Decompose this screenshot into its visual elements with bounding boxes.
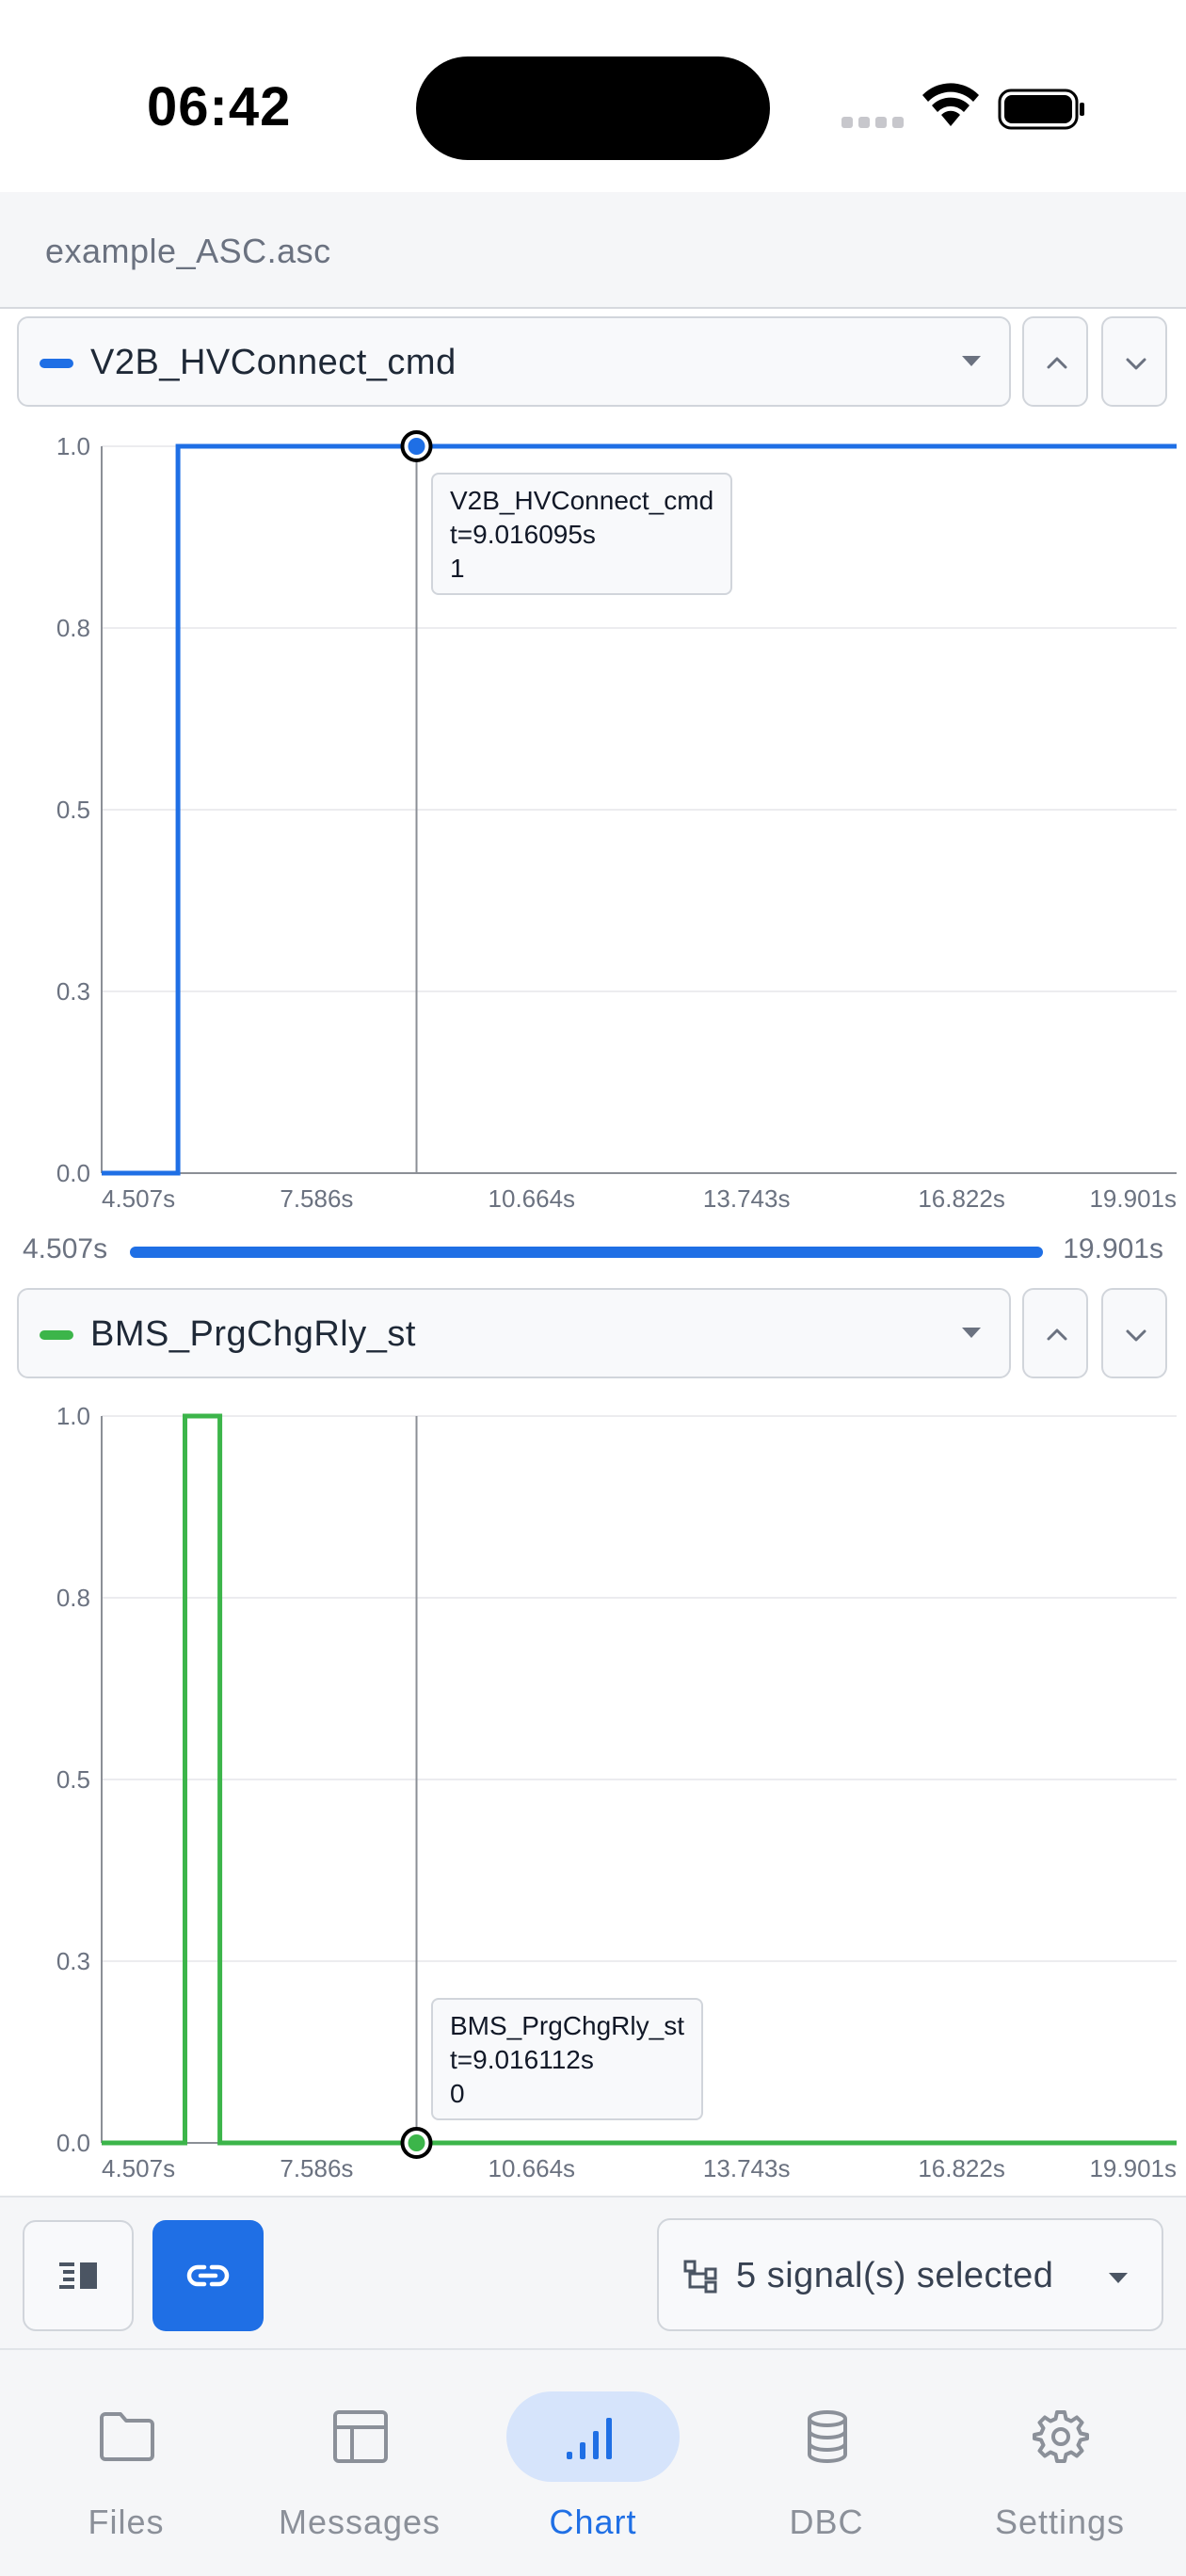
x-tick-label: 16.822s: [918, 2154, 1005, 2182]
signals-selected-label: 5 signal(s) selected: [736, 2256, 1054, 2295]
link-charts-button[interactable]: [152, 2220, 264, 2331]
tab-settings[interactable]: Settings: [941, 2350, 1178, 2576]
signal-selector-dropdown[interactable]: 5 signal(s) selected: [657, 2218, 1163, 2331]
tab-label: Settings: [994, 2503, 1126, 2541]
x-tick-label: 13.743s: [703, 2154, 791, 2182]
x-tick-label: 10.664s: [489, 2154, 576, 2182]
move-up-button[interactable]: [1022, 316, 1088, 407]
tooltip-time: t=9.016095s: [450, 520, 596, 549]
y-tick-label: 0.0: [56, 1159, 90, 1187]
battery-icon: [998, 89, 1084, 130]
range-end-label: 19.901s: [1063, 1233, 1163, 1264]
status-bar: 06:42: [0, 0, 1186, 192]
chevron-up-icon: [1047, 1328, 1067, 1341]
tooltip-signal: BMS_PrgChgRly_st: [450, 2011, 684, 2040]
tooltip-signal: V2B_HVConnect_cmd: [450, 486, 714, 515]
toggle-list-button[interactable]: [23, 2220, 134, 2331]
chevron-down-icon: [1126, 358, 1146, 370]
cellular-signal-icon: [841, 117, 906, 128]
signal-name: BMS_PrgChgRly_st: [90, 1314, 416, 1354]
y-tick-label: 0.5: [56, 796, 90, 824]
x-tick-label: 19.901s: [1089, 2154, 1177, 2182]
move-up-button[interactable]: [1022, 1288, 1088, 1378]
dynamic-island: [416, 56, 770, 160]
range-track[interactable]: [130, 1247, 1043, 1258]
tooltip-time: t=9.016112s: [450, 2045, 594, 2074]
list-panel-icon: [59, 2262, 97, 2289]
signal-color-swatch: [40, 359, 73, 368]
range-start-label: 4.507s: [23, 1233, 108, 1264]
range-fill: [130, 1247, 1043, 1258]
x-tick-label: 16.822s: [918, 1184, 1005, 1213]
dropdown-caret-icon: [962, 356, 981, 366]
x-tick-label: 10.664s: [489, 1184, 576, 1213]
signal-select-2[interactable]: BMS_PrgChgRly_st: [17, 1288, 1011, 1378]
chart-tooltip: V2B_HVConnect_cmd t=9.016095s 1: [431, 473, 733, 595]
chart-toolbar: 5 signal(s) selected: [0, 2196, 1186, 2348]
chevron-up-icon: [1047, 357, 1067, 369]
tab-icon-wrap: [506, 2391, 680, 2482]
tab-label: Chart: [549, 2503, 637, 2541]
cursor-marker-dot: [408, 2134, 425, 2151]
file-name: example_ASC.asc: [45, 232, 331, 270]
x-tick-label: 7.586s: [280, 1184, 353, 1213]
time-range-slider[interactable]: 4.507s 19.901s: [0, 1220, 1186, 1284]
move-down-button[interactable]: [1101, 1288, 1167, 1378]
signal-color-swatch: [40, 1330, 73, 1340]
signal-chart-2[interactable]: 0.0 0.3 0.5 0.8 1.0 4.507s 7.586s 10.664s 13.743…: [0, 1384, 1186, 2190]
y-tick-label: 0.8: [56, 1584, 90, 1612]
signal-chart-1[interactable]: 0.0 0.3 0.5 0.8 1.0 4.507s 7.586s 10.664s 13.743…: [0, 414, 1186, 1220]
tab-messages[interactable]: Messages: [241, 2350, 478, 2576]
x-tick-label: 4.507s: [102, 2154, 175, 2182]
y-tick-label: 1.0: [56, 432, 90, 460]
signal-select-1[interactable]: V2B_HVConnect_cmd: [17, 316, 1011, 407]
tab-icon-wrap: [777, 2391, 875, 2482]
y-tick-label: 0.3: [56, 1947, 90, 1975]
tab-label: DBC: [789, 2503, 864, 2541]
tooltip-value: 1: [450, 554, 465, 583]
x-tick-label: 7.586s: [280, 2154, 353, 2182]
gear-icon: [1033, 2410, 1089, 2463]
link-icon: [186, 2264, 230, 2287]
y-tick-label: 0.8: [56, 614, 90, 642]
chart-bars-icon: [567, 2418, 612, 2459]
tab-bar: Files Messages Chart DBC Settings: [0, 2348, 1186, 2576]
folder-icon: [100, 2412, 154, 2461]
move-down-button[interactable]: [1101, 316, 1167, 407]
tab-files[interactable]: Files: [8, 2350, 245, 2576]
chart-tooltip: BMS_PrgChgRly_st t=9.016112s 0: [431, 1998, 703, 2120]
cursor-marker-dot: [408, 438, 425, 455]
y-tick-label: 0.0: [56, 2129, 90, 2157]
x-tick-label: 13.743s: [703, 1184, 791, 1213]
tab-icon-wrap: [77, 2391, 175, 2482]
tab-dbc[interactable]: DBC: [708, 2350, 945, 2576]
tooltip-value: 0: [450, 2079, 465, 2108]
y-tick-label: 0.3: [56, 977, 90, 1006]
signal-tree-icon: [683, 2260, 717, 2294]
x-tick-label: 19.901s: [1089, 1184, 1177, 1213]
y-tick-label: 1.0: [56, 1402, 90, 1430]
signal-row-2: BMS_PrgChgRly_st: [17, 1288, 1169, 1378]
signal-row-1: V2B_HVConnect_cmd: [17, 316, 1169, 407]
file-header: example_ASC.asc: [0, 192, 1186, 309]
signal-name: V2B_HVConnect_cmd: [90, 343, 457, 382]
y-tick-label: 0.5: [56, 1765, 90, 1794]
dropdown-caret-icon: [962, 1328, 981, 1338]
tab-chart[interactable]: Chart: [474, 2350, 712, 2576]
chevron-down-icon: [1126, 1329, 1146, 1342]
tab-icon-wrap: [1011, 2391, 1109, 2482]
table-icon: [333, 2410, 388, 2463]
x-tick-label: 4.507s: [102, 1184, 175, 1213]
wifi-icon: [922, 83, 979, 126]
dropdown-caret-icon: [1109, 2273, 1128, 2283]
status-time: 06:42: [147, 76, 292, 137]
tab-label: Messages: [278, 2503, 441, 2541]
tab-label: Files: [88, 2503, 165, 2541]
tab-icon-wrap: [311, 2391, 409, 2482]
database-icon: [808, 2410, 847, 2463]
